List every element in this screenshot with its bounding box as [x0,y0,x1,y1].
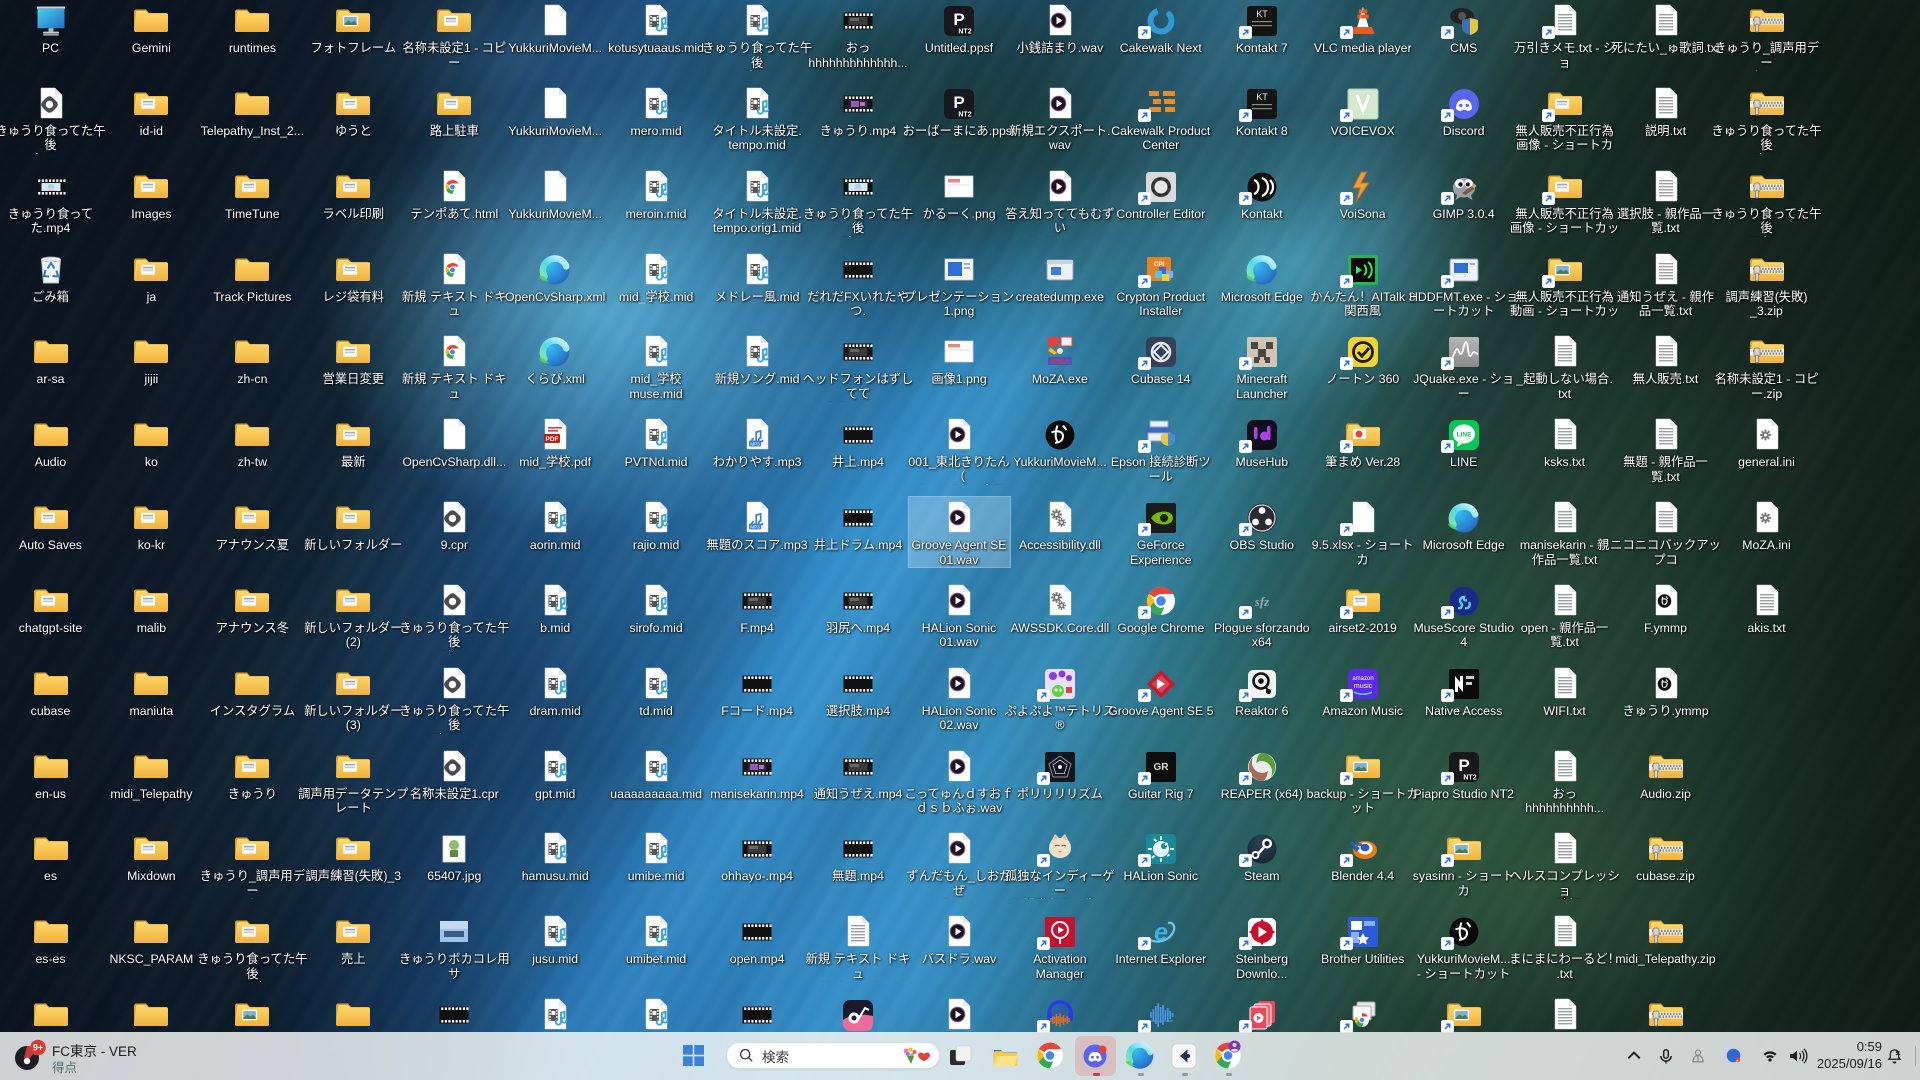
svg-text:9+: 9+ [33,1043,43,1053]
